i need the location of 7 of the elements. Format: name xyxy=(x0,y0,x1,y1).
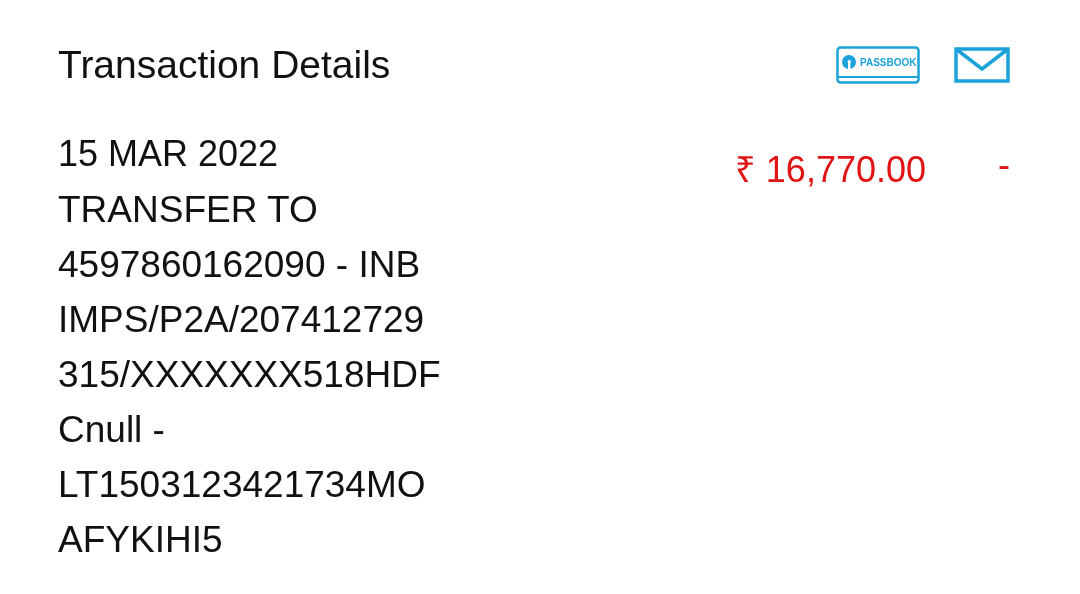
transaction-date: 15 MAR 2022 xyxy=(58,132,280,176)
transaction-description: TRANSFER TO 4597860162090 - INB IMPS/P2A/207412729 315/XXXXXXX518HDF Cnull - LT1503123421734MO AFYKIHI5 xyxy=(58,188,441,562)
transaction-amount: ₹ 16,770.00 xyxy=(734,148,926,192)
mail-icon[interactable] xyxy=(954,47,1010,83)
page-title: Transaction Details xyxy=(58,42,391,88)
passbook-icon[interactable]: PASSBOOK xyxy=(836,46,920,84)
balance-value: - xyxy=(998,144,1010,186)
